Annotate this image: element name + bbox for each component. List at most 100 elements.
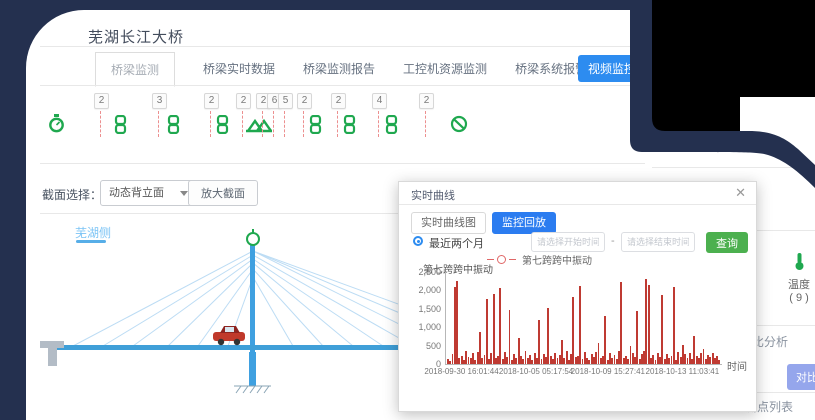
- search-button[interactable]: 查询: [706, 232, 748, 253]
- recent-two-months-radio[interactable]: [413, 236, 423, 246]
- legend-item-count: ( 9 ): [782, 292, 815, 304]
- main-tabbar: 桥梁监测 桥梁实时数据 桥梁监测报告 工控机资源监测 桥梁系统报警: [95, 52, 587, 85]
- chart-bar: [499, 288, 501, 364]
- tab-3[interactable]: 工控机资源监测: [403, 60, 487, 77]
- bridge-sensor-icon[interactable]: [245, 115, 273, 140]
- chart-bar: [538, 320, 540, 364]
- legend-circle-icon: [497, 255, 506, 264]
- modal-title: 实时曲线: [411, 187, 455, 203]
- chart-y-axis: 05001,0001,5002,0002,500: [407, 272, 441, 364]
- chart-bar: [636, 311, 638, 364]
- chart-bar: [661, 295, 663, 364]
- tab-2[interactable]: 桥梁监测报告: [303, 60, 375, 77]
- section-select-value: 动态背立面: [109, 187, 164, 199]
- chart-plot-area: [445, 272, 722, 365]
- bridge-tower-base: [249, 352, 256, 386]
- date-range-separator: -: [611, 235, 615, 247]
- sensor-dash-line: [262, 111, 263, 137]
- y-tick-label: 2,000: [418, 285, 441, 295]
- sensor-count-box[interactable]: 2: [419, 93, 434, 109]
- chart-x-axis: 2018-09-30 16:01:442018-10-05 05:17:5420…: [445, 365, 721, 379]
- sensor-dash-line: [284, 111, 285, 137]
- title-divider: [40, 46, 650, 47]
- chart-x-axis-title: 时间: [727, 358, 747, 373]
- sensor-count-box[interactable]: 2: [297, 93, 312, 109]
- chart-bar: [456, 281, 458, 364]
- y-tick-label: 500: [426, 341, 441, 351]
- chart-bar: [486, 299, 488, 365]
- tab-4[interactable]: 桥梁系统报警: [515, 60, 587, 77]
- sensor-dash-line: [273, 111, 274, 137]
- modal-tab-realtime[interactable]: 实时曲线图: [411, 212, 486, 234]
- tab-1[interactable]: 桥梁实时数据: [203, 60, 275, 77]
- chart-bar: [509, 310, 511, 364]
- chart-bars: [447, 272, 721, 364]
- chart-bar: [493, 294, 495, 364]
- bridge-tower: [250, 241, 255, 352]
- end-time-input[interactable]: [621, 232, 695, 252]
- x-tick-label: 2018-10-09 15:27:41: [571, 367, 645, 376]
- sensor-dash-line: [158, 111, 159, 137]
- sensor-count-box[interactable]: 2: [204, 93, 219, 109]
- chart-legend[interactable]: 第七跨跨中振动: [487, 252, 592, 267]
- chain-link-sensor-icon[interactable]: [216, 115, 229, 139]
- sensor-count-box[interactable]: 2: [94, 93, 109, 109]
- compare-analysis-button[interactable]: 对比分析: [787, 364, 815, 390]
- thermometer-icon: [793, 252, 806, 271]
- tower-sensor-icon[interactable]: [247, 233, 259, 245]
- y-tick-label: 2,500: [418, 267, 441, 277]
- start-time-input[interactable]: [531, 232, 605, 252]
- chart-bar: [620, 282, 622, 364]
- legend-line-icon: [509, 259, 516, 260]
- chain-link-sensor-icon[interactable]: [114, 115, 127, 139]
- sensor-dash-line: [378, 111, 379, 137]
- chart-bar: [572, 297, 574, 364]
- chart-bar: [718, 360, 720, 364]
- chain-link-sensor-icon[interactable]: [385, 115, 398, 139]
- stopwatch-icon[interactable]: [48, 114, 65, 139]
- x-tick-label: 2018-09-30 16:01:44: [424, 367, 498, 376]
- legend-label: 第七跨跨中振动: [522, 252, 592, 267]
- legend-line-icon: [487, 259, 494, 260]
- chain-link-sensor-icon[interactable]: [309, 115, 322, 139]
- no-entry-icon[interactable]: [450, 115, 468, 138]
- realtime-curve-modal: 实时曲线 ✕ 实时曲线图 监控回放 最近两个月 - 查询 第七跨跨中振动 第七跨…: [398, 181, 757, 412]
- modal-header: 实时曲线 ✕: [399, 182, 756, 205]
- sensor-count-box[interactable]: 2: [236, 93, 251, 109]
- sensor-dash-line: [337, 111, 338, 137]
- chevron-down-icon: [180, 191, 188, 196]
- close-icon[interactable]: ✕: [735, 185, 746, 201]
- screen: 芜湖长江大桥 桥梁监测桥梁实时数据桥梁监测报告工控机资源监测桥梁系统报警 视频监…: [0, 0, 815, 420]
- y-tick-label: 1,000: [418, 322, 441, 332]
- sensor-strip: 23222652242: [0, 88, 652, 152]
- page-title: 芜湖长江大桥: [88, 26, 184, 47]
- modal-tab-playback[interactable]: 监控回放: [492, 212, 556, 234]
- bridge-footing: [234, 386, 271, 393]
- legend-item-temperature[interactable]: 温度 ( 9 ): [782, 252, 815, 304]
- strip-divider: [40, 163, 645, 164]
- recent-two-months-label: 最近两个月: [429, 235, 484, 251]
- sensor-dash-line: [242, 111, 243, 137]
- sensor-dash-line: [303, 111, 304, 137]
- y-tick-label: 1,500: [418, 304, 441, 314]
- corner-navy-swoosh: [630, 0, 815, 200]
- bridge-left-pier: [40, 341, 64, 366]
- sensor-dash-line: [425, 111, 426, 137]
- chain-link-sensor-icon[interactable]: [343, 115, 356, 139]
- sensor-count-box[interactable]: 4: [372, 93, 387, 109]
- sensor-count-box[interactable]: 2: [331, 93, 346, 109]
- chart-bar: [673, 287, 675, 364]
- sensor-dash-line: [210, 111, 211, 137]
- zoom-section-button[interactable]: 放大截面: [188, 180, 258, 206]
- x-tick-label: 2018-10-13 11:03:41: [646, 367, 720, 376]
- chart-bar: [579, 286, 581, 364]
- sensor-count-box[interactable]: 3: [152, 93, 167, 109]
- legend-item-label: 温度: [782, 276, 815, 292]
- x-tick-label: 2018-10-05 05:17:54: [499, 367, 573, 376]
- chain-link-sensor-icon[interactable]: [167, 115, 180, 139]
- section-select-dropdown[interactable]: 动态背立面: [100, 180, 196, 206]
- tab-0[interactable]: 桥梁监测: [95, 52, 175, 87]
- sensor-count-box[interactable]: 5: [278, 93, 293, 109]
- chart-bar: [604, 316, 606, 364]
- tabbar-divider: [40, 85, 650, 86]
